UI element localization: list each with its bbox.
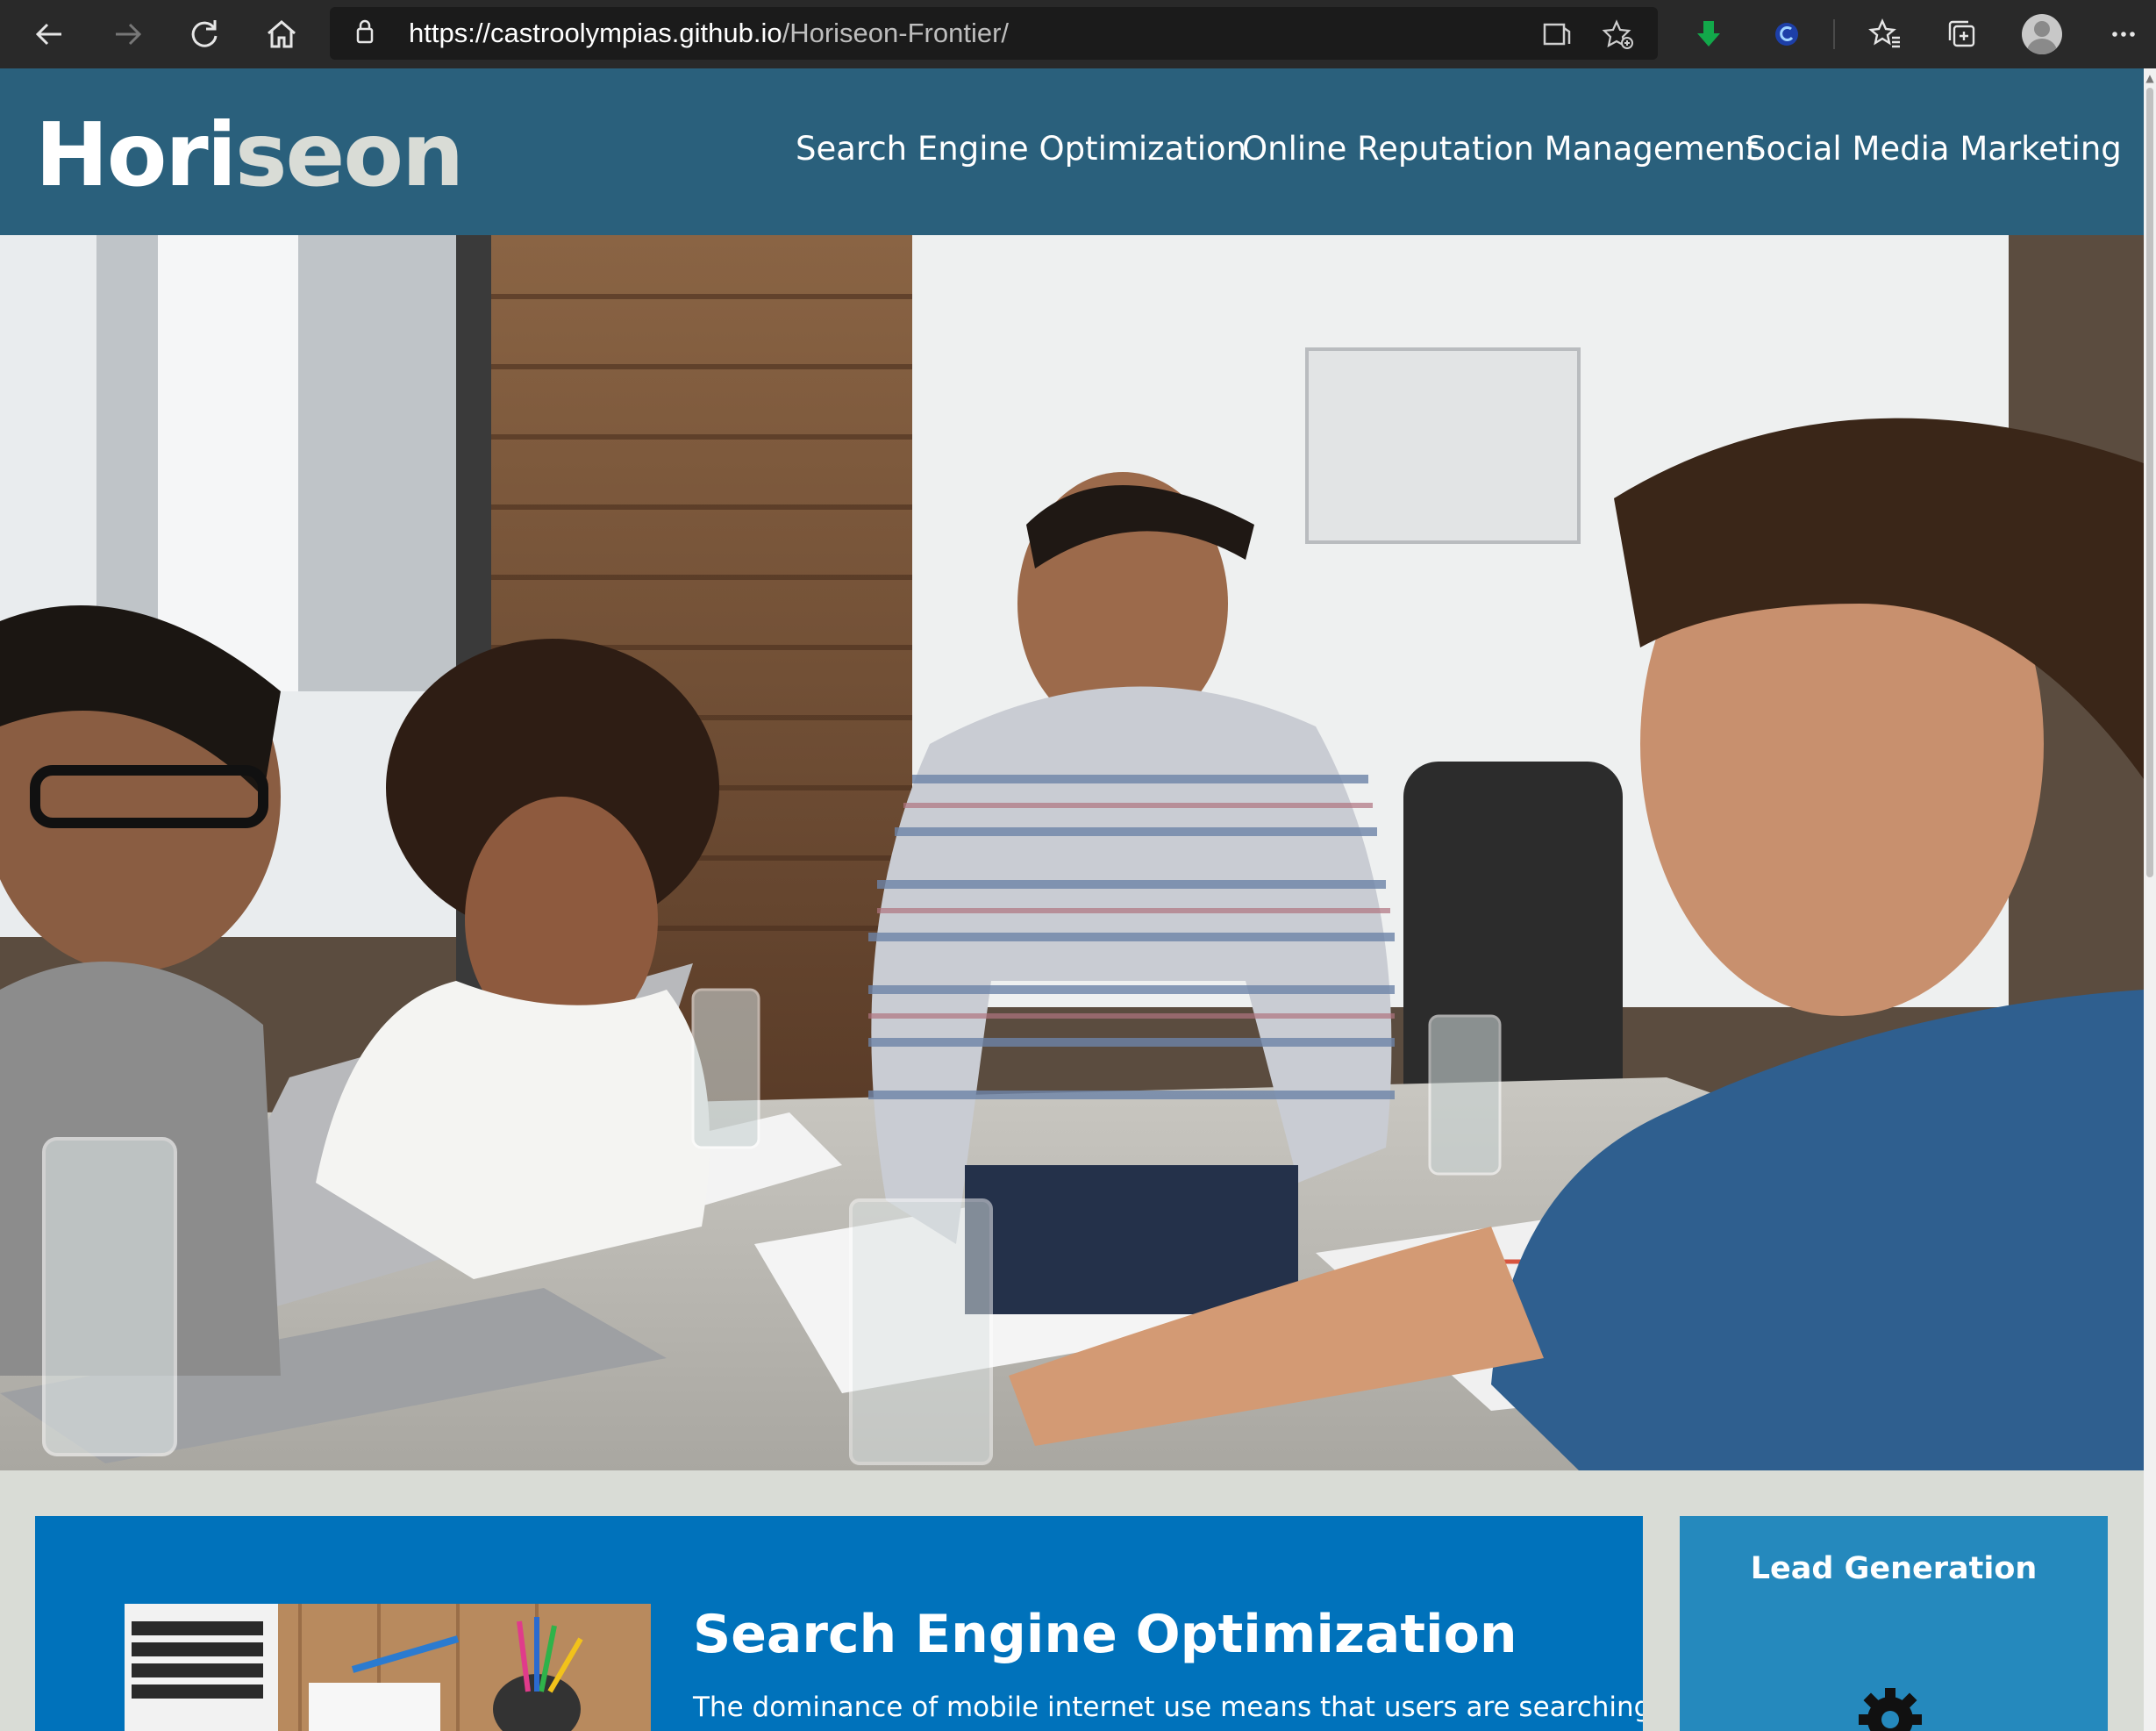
benefit-lead-generation: Lead Generation [1680, 1516, 2108, 1731]
section-body-text: The dominance of mobile internet use mea… [693, 1692, 1643, 1723]
scroll-up-arrow-icon[interactable]: ▲ [2144, 70, 2156, 86]
reader-view-icon[interactable] [1540, 18, 1574, 51]
nav-link-reputation[interactable]: Online Reputation Management [1242, 130, 1758, 168]
seo-thumbnail-image [125, 1604, 651, 1731]
gear-icon [1859, 1688, 1922, 1731]
content-section-seo: Search Engine Optimization The dominance… [35, 1516, 1643, 1731]
refresh-icon[interactable] [182, 12, 226, 56]
back-icon[interactable] [28, 12, 72, 56]
favorites-icon[interactable] [1863, 12, 1907, 56]
forward-icon[interactable] [105, 12, 149, 56]
profile-avatar[interactable] [2022, 14, 2062, 54]
url-text[interactable]: https://castroolympias.github.io/Horiseo… [409, 18, 1009, 49]
browser-toolbar: https://castroolympias.github.io/Horiseo… [0, 0, 2156, 68]
site-header: Horiseon Search Engine Optimization Onli… [0, 68, 2144, 235]
nav-link-seo[interactable]: Search Engine Optimization [796, 130, 1246, 168]
scrollbar-thumb[interactable] [2146, 88, 2153, 877]
site-logo[interactable]: Horiseon [35, 104, 464, 206]
benefit-title: Lead Generation [1750, 1551, 2038, 1586]
address-bar[interactable]: https://castroolympias.github.io/Horiseo… [330, 7, 1658, 60]
home-icon[interactable] [260, 12, 303, 56]
add-favorite-icon[interactable] [1602, 18, 1635, 51]
nav-link-social[interactable]: Social Media Marketing [1746, 130, 2122, 168]
section-title: Search Engine Optimization [693, 1604, 1517, 1665]
toolbar-separator [1833, 19, 1835, 49]
hero-image [0, 235, 2144, 1470]
lock-icon[interactable] [356, 19, 374, 44]
edge-extension-icon[interactable] [1765, 12, 1809, 56]
collections-icon[interactable] [1940, 12, 1984, 56]
download-extension-icon[interactable] [1687, 12, 1731, 56]
more-icon[interactable] [2102, 12, 2145, 56]
